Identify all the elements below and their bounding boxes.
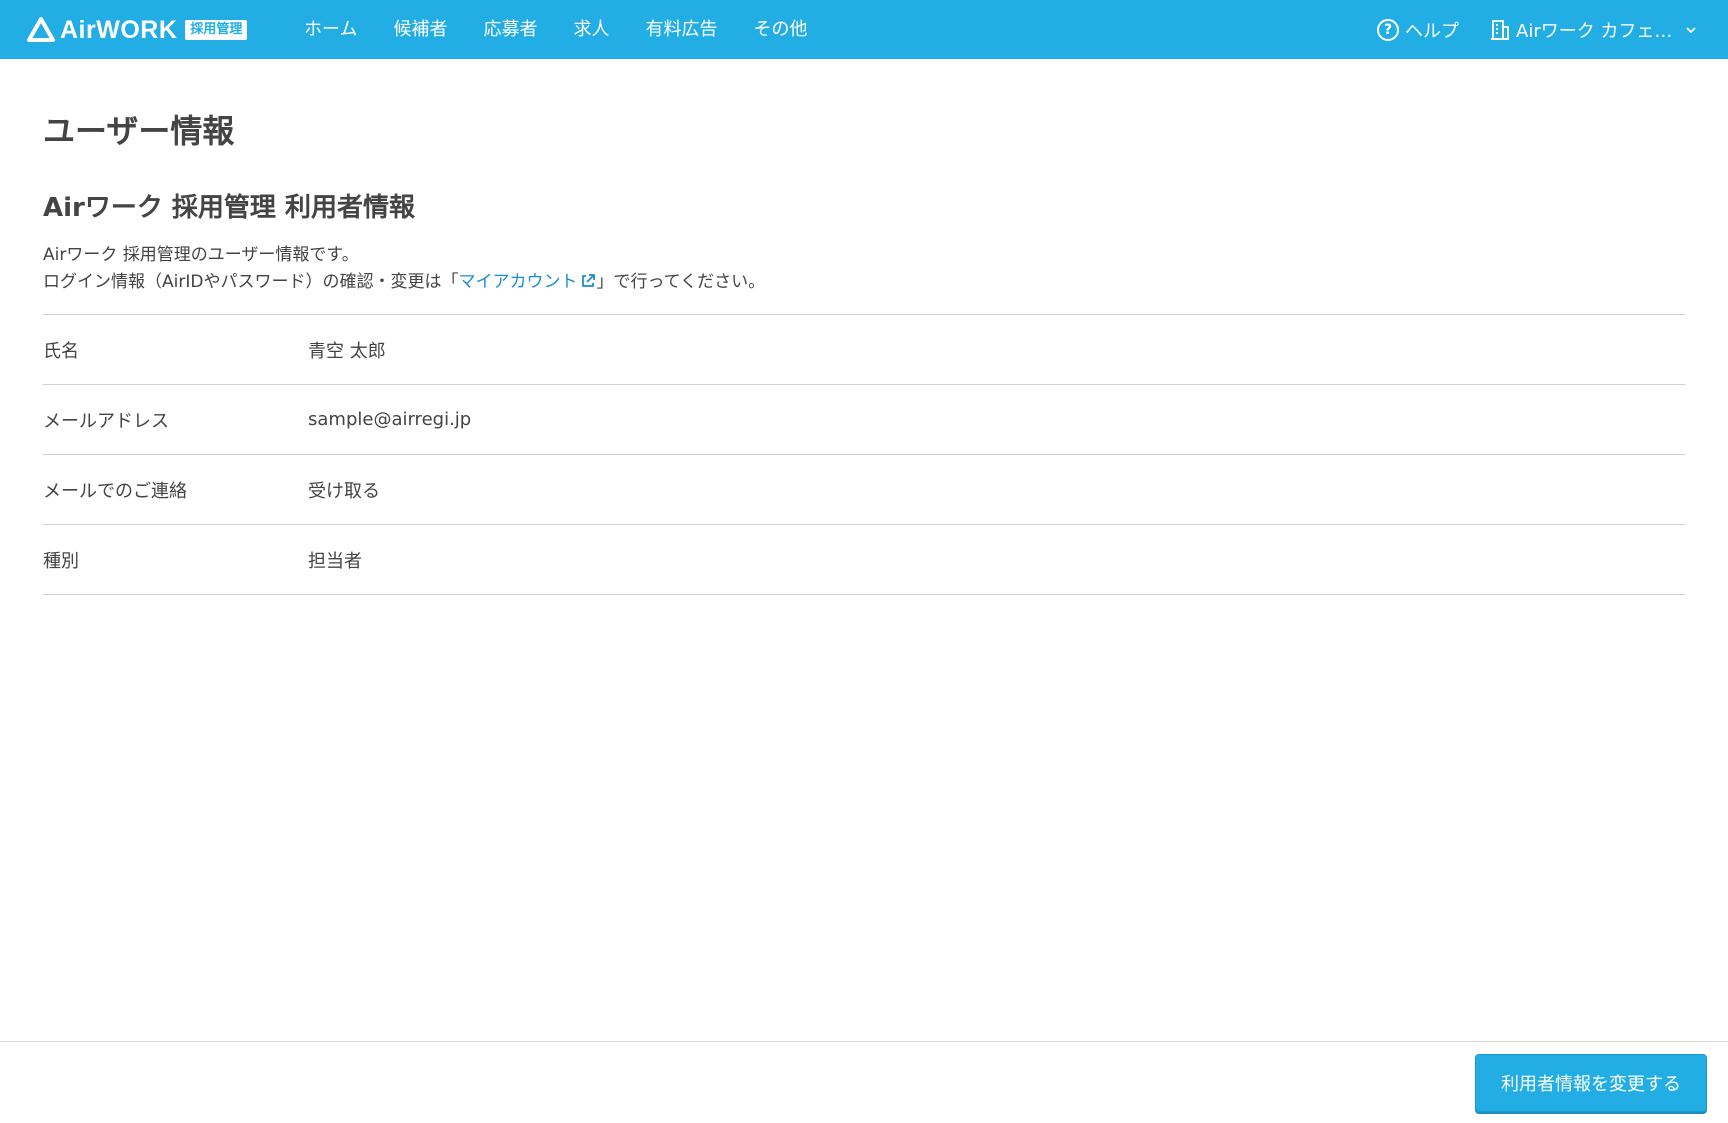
- airwork-logo-icon: [27, 17, 55, 42]
- description-line-2: ログイン情報（AirIDやパスワード）の確認・変更は「マイアカウント 」で行って…: [43, 269, 765, 296]
- section-title: Airワーク 採用管理 利用者情報: [43, 193, 415, 223]
- footer-action-bar: 利用者情報を変更する: [0, 1041, 1728, 1123]
- building-icon: [1491, 19, 1509, 40]
- logo-badge: 採用管理: [185, 20, 248, 40]
- row-value-type: 担当者: [308, 550, 362, 572]
- top-navigation-bar: AirWORK 採用管理 ホーム 候補者 応募者 求人 有料広告 その他 ? ヘ…: [0, 0, 1728, 59]
- nav-jobs[interactable]: 求人: [573, 0, 609, 59]
- nav-applicants[interactable]: 応募者: [483, 0, 537, 59]
- external-link-icon: [582, 274, 596, 287]
- nav-home[interactable]: ホーム: [304, 0, 357, 59]
- logo-text: AirWORK: [60, 16, 178, 44]
- nav-others[interactable]: その他: [753, 0, 807, 59]
- help-label: ヘルプ: [1405, 20, 1459, 42]
- description-text-before: ログイン情報（AirIDやパスワード）の確認・変更は「: [43, 272, 459, 292]
- description: Airワーク 採用管理のユーザー情報です。 ログイン情報（AirIDやパスワード…: [43, 242, 765, 296]
- table-row: メールでのご連絡 受け取る: [43, 455, 1685, 525]
- table-row: メールアドレス sample@airregi.jp: [43, 385, 1685, 455]
- description-text-after: 」で行ってください。: [596, 272, 766, 292]
- help-circle-icon: ?: [1377, 18, 1399, 41]
- nav-paid-ads[interactable]: 有料広告: [645, 0, 717, 59]
- page-title: ユーザー情報: [43, 112, 235, 150]
- description-line-1: Airワーク 採用管理のユーザー情報です。: [43, 245, 359, 265]
- user-info-table: 氏名 青空 太郎 メールアドレス sample@airregi.jp メールでの…: [43, 314, 1685, 595]
- store-name: Airワーク カフェ…: [1516, 20, 1673, 42]
- my-account-link-text[interactable]: マイアカウント: [458, 272, 577, 292]
- row-label-type: 種別: [43, 550, 79, 572]
- airwork-logo[interactable]: AirWORK 採用管理: [26, 14, 248, 46]
- row-label-name: 氏名: [43, 340, 79, 362]
- row-label-email: メールアドレス: [43, 410, 169, 432]
- nav-candidates[interactable]: 候補者: [393, 0, 447, 59]
- row-value-email-contact: 受け取る: [308, 480, 380, 502]
- row-label-email-contact: メールでのご連絡: [43, 480, 187, 502]
- store-selector[interactable]: Airワーク カフェ…: [1490, 0, 1698, 59]
- row-value-name: 青空 太郎: [308, 340, 386, 362]
- help-link[interactable]: ? ヘルプ: [1377, 0, 1459, 59]
- main-nav: ホーム 候補者 応募者 求人 有料広告 その他: [286, 0, 825, 59]
- edit-user-info-button[interactable]: 利用者情報を変更する: [1475, 1054, 1707, 1112]
- table-row: 種別 担当者: [43, 525, 1685, 595]
- my-account-link[interactable]: マイアカウント: [458, 272, 596, 292]
- table-row: 氏名 青空 太郎: [43, 315, 1685, 385]
- row-value-email: sample@airregi.jp: [308, 409, 472, 430]
- chevron-down-icon: [1686, 26, 1697, 33]
